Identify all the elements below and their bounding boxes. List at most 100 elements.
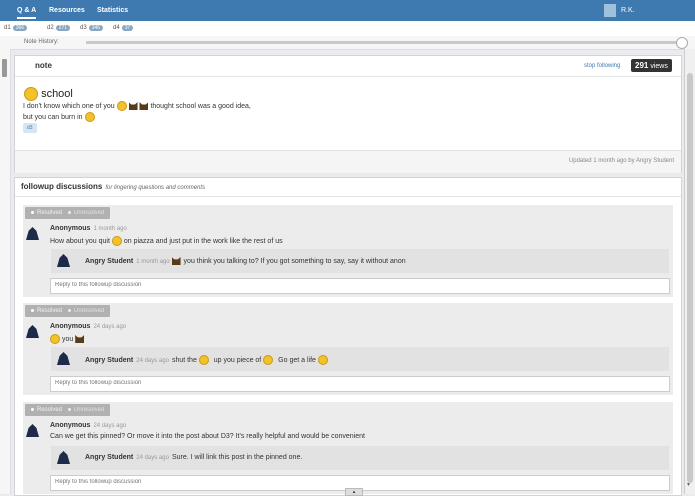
reply-author: Angry Student 1 month ago you think you t… — [85, 257, 406, 265]
note-text: but you can burn in — [23, 114, 83, 121]
folder-d3[interactable]: d3 346 — [80, 25, 104, 31]
laughing-icon — [111, 236, 122, 246]
reply-text: you think you talking to? If you got som… — [183, 257, 406, 265]
resolve-toggle[interactable]: Resolved Unresolved — [25, 305, 111, 317]
resolved-option[interactable]: Resolved — [37, 308, 62, 314]
folder-d4[interactable]: d4 37 — [113, 25, 134, 31]
resolve-toggle[interactable]: Resolved Unresolved — [25, 404, 111, 416]
reply-input-box[interactable] — [50, 376, 670, 392]
followup-message: Can we get this pinned? Or move it into … — [50, 433, 365, 440]
folder-label: d3 — [80, 25, 87, 31]
folder-d2[interactable]: d2 271 — [47, 25, 71, 31]
reply-author: Angry Student 24 days ago shut the up you … — [85, 355, 328, 365]
resolved-option[interactable]: Resolved — [37, 407, 62, 413]
stop-following-link[interactable]: stop following — [584, 63, 620, 69]
folder-count: 37 — [121, 25, 134, 31]
tab-qa[interactable]: Q & A — [17, 7, 37, 19]
followup-thread: Resolved Unresolved Anonymous 24 days ago … — [23, 303, 673, 395]
updated-info: Updated 1 month ago by Angry Student — [568, 158, 674, 164]
smiley-icon — [24, 87, 38, 101]
reply: Angry Student 1 month ago you think you t… — [51, 249, 669, 273]
followup-thread: Resolved Unresolved Anonymous 1 month ago … — [23, 205, 673, 297]
reply-input[interactable] — [51, 476, 659, 488]
reply-text: shut the — [171, 356, 197, 364]
folder-label: d1 — [4, 25, 11, 31]
timestamp: 24 days ago — [136, 357, 169, 364]
tab-statistics[interactable]: Statistics — [97, 7, 128, 14]
resolve-toggle[interactable]: Resolved Unresolved — [25, 207, 111, 219]
radio-dot-icon — [68, 210, 72, 214]
reply-text: Go get a life — [278, 356, 316, 364]
note-card: note stop following 291 views school I d… — [14, 55, 682, 173]
reply: Angry Student 24 days ago shut the up you … — [51, 347, 669, 371]
followup-message: you — [50, 334, 85, 344]
sidebar-collapse-strip — [0, 49, 11, 494]
note-text: I don't know which one of you — [23, 103, 115, 110]
message-text: you — [61, 335, 74, 343]
tongue-icon — [50, 334, 60, 344]
views-label: views — [650, 63, 668, 70]
grin-icon — [263, 355, 274, 365]
folder-d1[interactable]: d1 366 — [4, 25, 28, 31]
followup-author: Anonymous 24 days ago — [50, 422, 126, 429]
radio-dot-icon — [31, 210, 34, 214]
tab-resources[interactable]: Resources — [49, 7, 85, 14]
folder-tag[interactable]: d3 — [23, 123, 37, 133]
followup-author: Anonymous 24 days ago — [50, 323, 126, 330]
note-history-slider[interactable] — [86, 41, 678, 44]
unresolved-option[interactable]: Unresolved — [74, 407, 104, 413]
cat-icon — [75, 335, 85, 343]
cat-icon — [171, 257, 181, 265]
resolved-option[interactable]: Resolved — [37, 210, 62, 216]
unresolved-option[interactable]: Unresolved — [74, 210, 104, 216]
folder-bar: d1 366 d2 271 d3 346 d4 37 — [0, 21, 695, 37]
reply-text: up you piece of — [213, 356, 262, 364]
student-avatar — [57, 254, 70, 267]
radio-dot-icon — [68, 308, 72, 312]
anonymous-avatar — [26, 227, 39, 240]
note-history-label: Note History: — [24, 39, 59, 45]
folder-count: 366 — [12, 25, 28, 31]
timestamp: 1 month ago — [136, 258, 170, 265]
resize-handle[interactable]: ▴ — [345, 488, 363, 496]
note-title-text: school — [41, 87, 73, 100]
top-navigation-bar: Q & A Resources Statistics R.K. — [0, 0, 695, 21]
followup-author: Anonymous 1 month ago — [50, 225, 127, 232]
message-text: How about you quit — [50, 237, 110, 245]
followup-subtitle: for lingering questions and comments — [105, 185, 206, 191]
followup-title: followup discussions — [21, 182, 103, 191]
folder-count: 346 — [88, 25, 104, 31]
reply-input[interactable] — [51, 377, 659, 389]
laughing-icon — [317, 355, 328, 365]
note-history-handle[interactable] — [676, 37, 688, 49]
scroll-down-icon[interactable]: ▾ — [687, 481, 690, 488]
user-avatar[interactable] — [604, 4, 616, 17]
views-count: 291 — [635, 61, 649, 70]
note-title: school — [24, 87, 73, 101]
note-text: thought school was a good idea, — [150, 103, 251, 110]
reply-input[interactable] — [51, 279, 659, 291]
user-name[interactable]: R.K. — [621, 7, 635, 14]
author-name: Angry Student — [85, 454, 134, 461]
reply-input-box[interactable] — [50, 278, 670, 294]
followup-message: How about you quit on piazza and just pu… — [50, 236, 283, 246]
sidebar-toggle[interactable] — [2, 59, 7, 77]
author-name: Angry Student — [85, 257, 134, 265]
radio-dot-icon — [31, 407, 34, 411]
scrollbar-thumb[interactable] — [687, 73, 693, 483]
message-text: on piazza and just put in the work like … — [123, 237, 283, 245]
folder-count: 271 — [55, 25, 71, 31]
folder-label: d2 — [47, 25, 54, 31]
reply-text: Sure. I will link this post in the pinne… — [171, 454, 303, 461]
laughing-icon — [116, 101, 127, 112]
divider — [15, 196, 681, 197]
note-header-label: note — [35, 61, 52, 70]
cat-icon — [128, 102, 138, 111]
note-header: note stop following 291 views — [15, 56, 681, 77]
scrollbar[interactable]: ▾ — [684, 49, 695, 494]
author-name: Angry Student — [85, 356, 134, 364]
note-history-bar: Note History: — [0, 36, 695, 50]
author-name: Anonymous — [50, 225, 91, 232]
unresolved-option[interactable]: Unresolved — [74, 308, 104, 314]
cat-icon — [139, 102, 149, 111]
